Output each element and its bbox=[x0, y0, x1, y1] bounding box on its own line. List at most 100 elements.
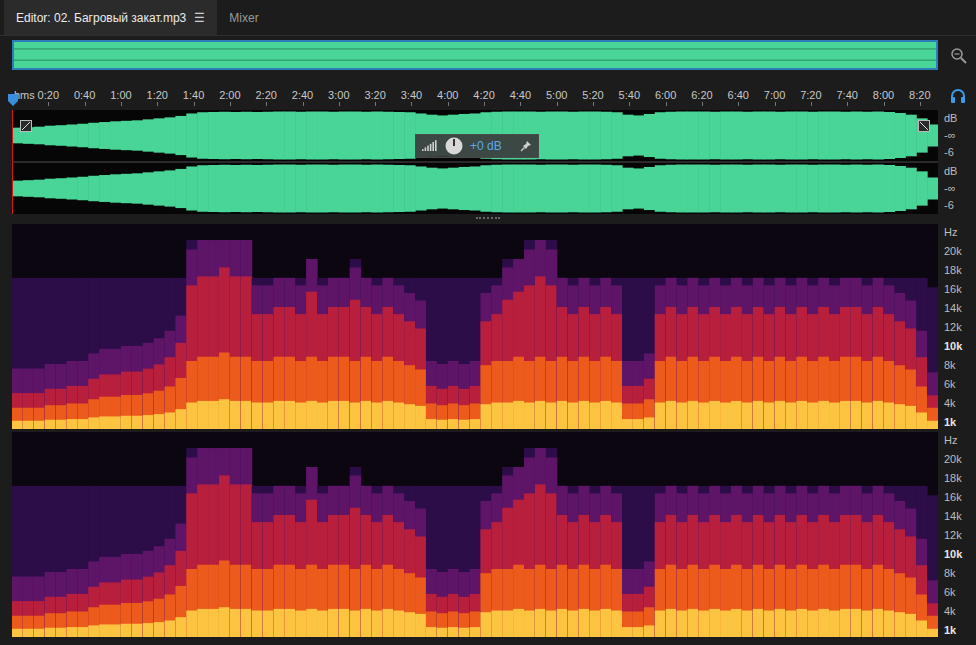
spectrogram-column bbox=[34, 278, 45, 429]
gain-knob-icon[interactable] bbox=[444, 136, 464, 156]
waveform-bar bbox=[687, 112, 698, 160]
spectrogram-column bbox=[143, 486, 154, 637]
spectrogram-column bbox=[709, 486, 720, 637]
spectrogram-column bbox=[415, 278, 426, 429]
hz-label: 1k bbox=[944, 416, 976, 429]
db-scale: dB-∞-6 bbox=[938, 110, 976, 161]
gain-value[interactable]: +0 dB bbox=[470, 137, 514, 155]
waveform-bar bbox=[208, 112, 219, 159]
waveform-bar bbox=[361, 165, 372, 212]
spectrogram-channel[interactable] bbox=[12, 432, 938, 637]
waveform-bar bbox=[132, 173, 143, 203]
spectrogram-column bbox=[568, 278, 579, 429]
spectrogram-column bbox=[361, 278, 372, 429]
waveform-channel[interactable] bbox=[12, 163, 938, 214]
spectrogram-column bbox=[23, 486, 34, 637]
spectrogram-column bbox=[764, 486, 775, 637]
spectrogram-column bbox=[34, 486, 45, 637]
spectrogram-column bbox=[350, 259, 361, 429]
waveform-bar bbox=[698, 165, 709, 213]
spectrogram-column bbox=[263, 486, 274, 637]
spectrogram-column bbox=[415, 486, 426, 637]
waveform-bar bbox=[121, 121, 132, 150]
panel-splitter[interactable] bbox=[0, 214, 976, 224]
spectrogram-column bbox=[372, 486, 383, 637]
waveform-bar bbox=[230, 165, 241, 212]
waveform-bar bbox=[764, 165, 775, 213]
waveform-bar bbox=[796, 112, 807, 160]
waveform-bar bbox=[252, 112, 263, 159]
spectrogram-column bbox=[110, 278, 121, 429]
spectrogram-column bbox=[884, 486, 895, 637]
waveform-bar bbox=[77, 177, 88, 201]
spectrogram-column bbox=[252, 278, 263, 429]
waveform-bar bbox=[709, 112, 720, 159]
waveform-bar bbox=[677, 112, 688, 160]
waveform-bar bbox=[110, 174, 121, 202]
waveform-bar bbox=[284, 112, 295, 160]
waveform-bar bbox=[426, 168, 437, 210]
waveform-panel[interactable]: +0 dB bbox=[12, 110, 938, 214]
spectrogram-column bbox=[851, 486, 862, 637]
spectrogram-column bbox=[143, 278, 154, 429]
pin-icon[interactable] bbox=[520, 140, 532, 152]
hz-label: 6k bbox=[944, 378, 976, 391]
waveform-bar bbox=[600, 165, 611, 212]
waveform-bar bbox=[796, 165, 807, 213]
hz-label: 18k bbox=[944, 472, 976, 485]
spectrogram-column bbox=[807, 486, 818, 637]
tab-label[interactable]: Mixer bbox=[229, 9, 258, 27]
spectrogram-column bbox=[655, 486, 666, 637]
editor-tab[interactable]: Mixer bbox=[217, 0, 270, 35]
spectrogram-column bbox=[470, 278, 481, 429]
waveform-bar bbox=[589, 165, 600, 213]
db-label: -6 bbox=[944, 146, 976, 159]
waveform-bar bbox=[273, 165, 284, 213]
spectrogram-column bbox=[557, 486, 568, 637]
waveform-bar bbox=[382, 112, 393, 159]
spectrogram-column bbox=[252, 486, 263, 637]
hz-label: 8k bbox=[944, 359, 976, 372]
spectrogram-column bbox=[785, 486, 796, 637]
time-ruler[interactable]: hms0:200:401:001:201:402:002:202:403:003… bbox=[12, 84, 938, 106]
spectrogram-column bbox=[644, 278, 655, 429]
tab-label[interactable]: Editor: 02. Багровый закат.mp3 bbox=[16, 9, 186, 27]
waveform-bar bbox=[339, 165, 350, 213]
spectrogram-column bbox=[568, 486, 579, 637]
waveform-bar bbox=[393, 112, 404, 159]
spectrogram-column bbox=[829, 486, 840, 637]
waveform-bar bbox=[894, 113, 905, 158]
waveform-bar bbox=[862, 165, 873, 212]
spectrogram-column bbox=[633, 486, 644, 637]
spectrogram-column bbox=[480, 486, 491, 637]
overview-strip[interactable] bbox=[12, 40, 938, 70]
spectrogram-column bbox=[328, 486, 339, 637]
gain-hud[interactable]: +0 dB bbox=[415, 134, 539, 158]
playhead-icon[interactable] bbox=[8, 94, 18, 106]
spectrogram-column bbox=[894, 278, 905, 429]
headphones-icon[interactable] bbox=[948, 86, 968, 106]
spectrogram-column bbox=[687, 486, 698, 637]
spectrogram-column bbox=[66, 278, 77, 429]
spectrogram-column bbox=[731, 278, 742, 429]
spectrogram-column bbox=[502, 259, 513, 429]
waveform-bar bbox=[807, 112, 818, 159]
spectrogram-column bbox=[535, 448, 546, 637]
fade-handle-icon[interactable] bbox=[918, 120, 930, 132]
spectrogram-column bbox=[840, 278, 851, 429]
editor-tab[interactable]: Editor: 02. Багровый закат.mp3 ☰ bbox=[4, 0, 217, 35]
waveform-bar bbox=[818, 112, 829, 160]
waveform-bar bbox=[66, 177, 77, 199]
zoom-icon[interactable] bbox=[948, 45, 968, 65]
spectrogram-column bbox=[132, 486, 143, 637]
tab-menu-icon[interactable]: ☰ bbox=[194, 9, 205, 27]
fade-handle-icon[interactable] bbox=[20, 120, 32, 132]
hz-label: 10k bbox=[944, 548, 976, 561]
spectrogram-column bbox=[622, 278, 633, 429]
waveform-bar bbox=[143, 119, 154, 151]
waveform-bar bbox=[208, 165, 219, 212]
waveform-bar bbox=[557, 165, 568, 213]
waveform-bar bbox=[589, 112, 600, 160]
spectrogram-channel[interactable] bbox=[12, 224, 938, 429]
spectrogram-column bbox=[589, 486, 600, 637]
